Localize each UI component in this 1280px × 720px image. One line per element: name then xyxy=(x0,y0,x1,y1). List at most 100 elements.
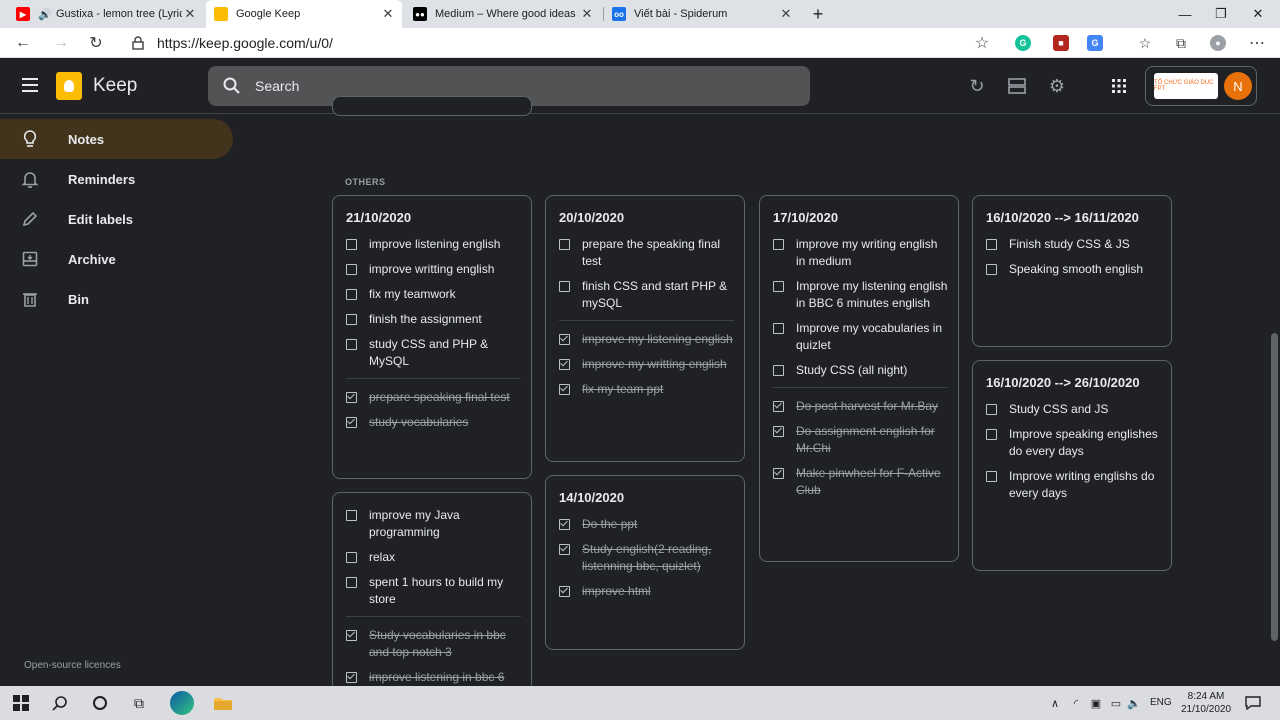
note-card[interactable]: 20/10/2020 prepare the speaking final tes… xyxy=(545,195,745,462)
sidebar-item-bin[interactable]: Bin xyxy=(0,279,233,319)
profile-icon[interactable]: ● xyxy=(1210,35,1226,51)
checkbox-icon[interactable] xyxy=(346,577,357,588)
sidebar-item-edit-labels[interactable]: Edit labels xyxy=(0,199,233,239)
checkbox-icon[interactable] xyxy=(986,429,997,440)
checked-checkbox-icon[interactable] xyxy=(559,586,570,597)
open-source-licences-link[interactable]: Open-source licences xyxy=(24,660,121,671)
new-tab-button[interactable]: + xyxy=(800,0,836,28)
more-menu-icon[interactable]: ⋯ xyxy=(1245,31,1269,55)
note-card[interactable]: 21/10/2020 improve listening english impro… xyxy=(332,195,532,479)
shield-extension-icon[interactable]: ■ xyxy=(1053,35,1069,51)
wifi-icon[interactable]: ◜ xyxy=(1066,693,1086,713)
checkbox-icon[interactable] xyxy=(773,281,784,292)
list-view-icon[interactable] xyxy=(1005,74,1029,98)
refresh-icon[interactable]: ↻ xyxy=(84,31,108,55)
note-card[interactable]: 17/10/2020 improve my writing english in … xyxy=(759,195,959,562)
close-icon[interactable]: ✕ xyxy=(778,6,794,22)
favorites-icon[interactable]: ☆ xyxy=(1133,31,1157,55)
chevron-up-icon[interactable]: ∧ xyxy=(1045,693,1065,713)
checklist-item: improve my writing english in medium xyxy=(773,236,948,270)
checkbox-icon[interactable] xyxy=(346,289,357,300)
windows-start-icon[interactable] xyxy=(11,693,31,713)
checked-checkbox-icon[interactable] xyxy=(559,334,570,345)
sidebar-item-reminders[interactable]: Reminders xyxy=(0,159,233,199)
checked-checkbox-icon[interactable] xyxy=(773,426,784,437)
checkbox-icon[interactable] xyxy=(986,239,997,250)
close-icon[interactable]: ✕ xyxy=(182,6,198,22)
close-icon[interactable]: ✕ xyxy=(380,6,396,22)
note-card[interactable]: 14/10/2020 Do the ppt Study english(2 read… xyxy=(545,475,745,650)
app-name[interactable]: Keep xyxy=(93,75,137,97)
notification-app-icon[interactable]: ▣ xyxy=(1086,693,1106,713)
checkbox-icon[interactable] xyxy=(559,239,570,250)
input-language[interactable]: ENG xyxy=(1150,697,1172,708)
clock[interactable]: 8:24 AM 21/10/2020 xyxy=(1180,690,1232,716)
note-title: 20/10/2020 xyxy=(559,210,625,225)
checkbox-icon[interactable] xyxy=(773,239,784,250)
cortana-icon[interactable] xyxy=(90,693,110,713)
checked-checkbox-icon[interactable] xyxy=(559,544,570,555)
tab-google-keep[interactable]: Google Keep ✕ xyxy=(206,0,402,28)
refresh-icon[interactable]: ↻ xyxy=(965,74,989,98)
checkbox-icon[interactable] xyxy=(986,471,997,482)
translate-icon[interactable]: G xyxy=(1087,35,1103,51)
search-icon[interactable] xyxy=(50,693,70,713)
scrollbar-thumb[interactable] xyxy=(1271,333,1278,641)
forward-arrow-icon[interactable]: → xyxy=(49,31,73,55)
checked-checkbox-icon[interactable] xyxy=(559,384,570,395)
sidebar-item-notes[interactable]: Notes xyxy=(0,119,233,159)
close-window-button[interactable]: ✕ xyxy=(1240,0,1276,28)
note-card[interactable]: 16/10/2020 --> 26/10/2020 Study CSS and J… xyxy=(972,360,1172,571)
checked-checkbox-icon[interactable] xyxy=(346,392,357,403)
account-switcher[interactable]: TỔ CHỨC GIÁO DỤC FPT N xyxy=(1145,66,1257,106)
file-explorer-icon[interactable] xyxy=(213,693,233,713)
checkbox-icon[interactable] xyxy=(346,239,357,250)
tab-youtube[interactable]: ▶ 🔊 Gustixa - lemon tree (Lyrics) ✕ xyxy=(8,0,204,28)
settings-gear-icon[interactable]: ⚙ xyxy=(1045,74,1069,98)
action-center-icon[interactable] xyxy=(1243,693,1263,713)
edge-browser-icon[interactable] xyxy=(170,691,194,715)
star-icon[interactable]: ☆ xyxy=(970,31,994,55)
speaker-icon[interactable]: 🔊 xyxy=(38,7,52,21)
grammarly-icon[interactable]: G xyxy=(1015,35,1031,51)
checked-checkbox-icon[interactable] xyxy=(773,401,784,412)
tab-medium[interactable]: ●● Medium – Where good ideas find you ✕ xyxy=(405,0,601,28)
task-view-icon[interactable]: ⧉ xyxy=(129,693,149,713)
checkbox-icon[interactable] xyxy=(559,281,570,292)
checkbox-icon[interactable] xyxy=(346,339,357,350)
battery-icon[interactable]: ▭ xyxy=(1106,693,1126,713)
avatar[interactable]: N xyxy=(1224,72,1252,100)
note-card[interactable]: 16/10/2020 --> 16/11/2020 Finish study CS… xyxy=(972,195,1172,347)
back-arrow-icon[interactable]: ← xyxy=(11,31,35,55)
checked-checkbox-icon[interactable] xyxy=(559,519,570,530)
checklist-item-text: Do post harvest for Mr.Bay xyxy=(796,399,939,413)
sidebar-item-archive[interactable]: Archive xyxy=(0,239,233,279)
checkbox-icon[interactable] xyxy=(986,404,997,415)
search-icon[interactable] xyxy=(222,76,242,96)
lock-icon[interactable] xyxy=(126,31,150,55)
checkbox-icon[interactable] xyxy=(346,264,357,275)
checkbox-icon[interactable] xyxy=(773,365,784,376)
checkbox-icon[interactable] xyxy=(346,314,357,325)
tab-spiderum[interactable]: oo Viết bài - Spiderum ✕ xyxy=(604,0,800,28)
apps-grid-icon[interactable] xyxy=(1107,74,1131,98)
checkbox-icon[interactable] xyxy=(346,552,357,563)
main-menu-icon[interactable] xyxy=(18,74,42,98)
checked-checkbox-icon[interactable] xyxy=(346,672,357,683)
note-card[interactable]: improve my Java programming relax spent 1 … xyxy=(332,492,532,692)
speaker-icon[interactable]: 🔈 xyxy=(1124,693,1144,713)
keep-logo[interactable] xyxy=(56,72,82,100)
checked-checkbox-icon[interactable] xyxy=(346,417,357,428)
url-field[interactable]: https://keep.google.com/u/0/ xyxy=(157,35,333,51)
checked-checkbox-icon[interactable] xyxy=(559,359,570,370)
checked-checkbox-icon[interactable] xyxy=(773,468,784,479)
close-icon[interactable]: ✕ xyxy=(579,6,595,22)
checkbox-icon[interactable] xyxy=(986,264,997,275)
collections-icon[interactable]: ⧉ xyxy=(1169,31,1193,55)
checkbox-icon[interactable] xyxy=(346,510,357,521)
minimize-button[interactable]: — xyxy=(1167,0,1203,28)
checkbox-icon[interactable] xyxy=(773,323,784,334)
note-card-partial[interactable] xyxy=(332,96,532,116)
checked-checkbox-icon[interactable] xyxy=(346,630,357,641)
maximize-button[interactable]: ❐ xyxy=(1203,0,1239,28)
